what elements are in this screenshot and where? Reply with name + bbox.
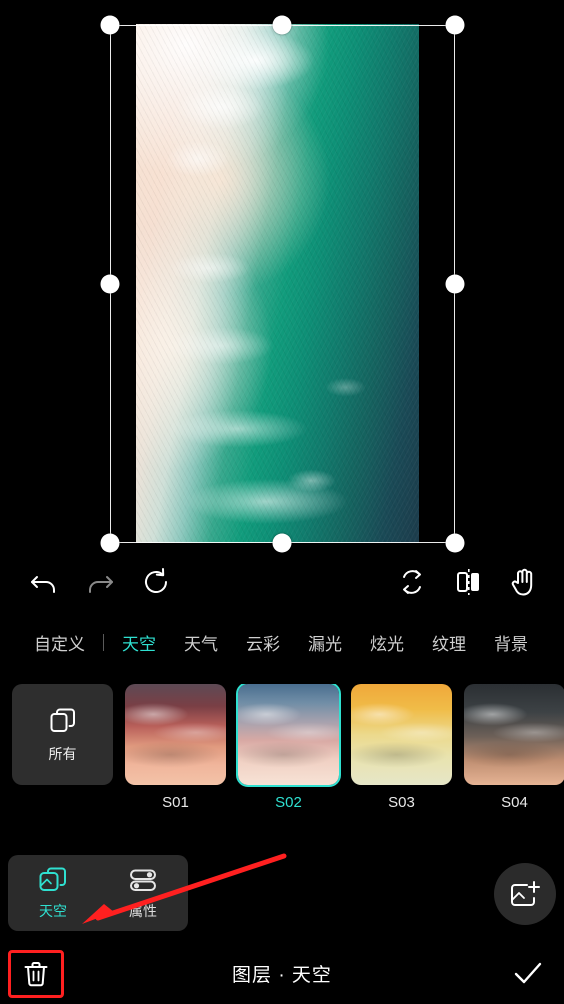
preset-thumb-s01[interactable] bbox=[125, 684, 226, 785]
add-layer-button[interactable] bbox=[494, 863, 556, 925]
tab-divider bbox=[103, 633, 104, 651]
flip-horizontal-icon bbox=[457, 569, 479, 595]
preset-label-s01: S01 bbox=[162, 794, 189, 811]
redo-button[interactable] bbox=[72, 556, 128, 608]
handle-top-left[interactable] bbox=[100, 15, 120, 35]
add-image-icon bbox=[511, 881, 540, 906]
preset-item[interactable]: S01 bbox=[125, 684, 226, 811]
reset-button[interactable] bbox=[128, 556, 184, 608]
all-presets-button[interactable]: 所有 bbox=[12, 684, 113, 785]
check-icon bbox=[514, 962, 542, 984]
handle-bottom-left[interactable] bbox=[100, 533, 120, 553]
preset-item[interactable]: S02 bbox=[236, 684, 341, 811]
handle-middle-left[interactable] bbox=[100, 274, 120, 294]
handle-top-center[interactable] bbox=[272, 15, 292, 35]
preset-label-s03: S03 bbox=[388, 794, 415, 811]
preset-item[interactable]: S03 bbox=[351, 684, 452, 811]
preset-all[interactable]: 所有 bbox=[12, 684, 113, 785]
flip-vertical-icon bbox=[403, 570, 421, 594]
preset-item[interactable]: S04 bbox=[464, 684, 564, 811]
layer-mode-panel: 天空 属性 bbox=[8, 855, 188, 931]
preset-thumb-s04[interactable] bbox=[464, 684, 564, 785]
tab-lightleak[interactable]: 漏光 bbox=[294, 630, 356, 655]
tab-clouds[interactable]: 云彩 bbox=[232, 630, 294, 655]
sliders-icon bbox=[130, 869, 156, 891]
copy-stack-icon bbox=[50, 708, 75, 732]
handle-top-right[interactable] bbox=[445, 15, 465, 35]
handle-bottom-right[interactable] bbox=[445, 533, 465, 553]
tab-flare[interactable]: 炫光 bbox=[356, 630, 418, 655]
preset-thumb-s03[interactable] bbox=[351, 684, 452, 785]
layer-mode-properties-label: 属性 bbox=[129, 903, 157, 919]
layer-mode-sky[interactable]: 天空 bbox=[8, 865, 98, 921]
layer-mode-sky-label: 天空 bbox=[39, 903, 67, 919]
handle-bottom-center[interactable] bbox=[272, 533, 292, 553]
tab-texture[interactable]: 纹理 bbox=[418, 630, 480, 655]
pan-button[interactable] bbox=[496, 556, 552, 608]
delete-layer-button[interactable] bbox=[8, 950, 64, 998]
layers-icon bbox=[39, 867, 66, 891]
preset-label-s02: S02 bbox=[275, 794, 302, 811]
preset-label-s04: S04 bbox=[501, 794, 528, 811]
ocean-shoreline-photo[interactable] bbox=[136, 24, 419, 543]
preset-list[interactable]: 所有 S01 S02 S03 S04 bbox=[0, 684, 564, 824]
handle-middle-right[interactable] bbox=[445, 274, 465, 294]
photo-grain-layer bbox=[136, 24, 419, 543]
layer-mode-properties[interactable]: 属性 bbox=[98, 865, 188, 921]
editor-canvas[interactable] bbox=[0, 0, 564, 556]
tab-custom[interactable]: 自定义 bbox=[0, 630, 99, 655]
tab-sky[interactable]: 天空 bbox=[108, 630, 170, 655]
undo-icon bbox=[31, 576, 55, 593]
flip-vertical-button[interactable] bbox=[384, 556, 440, 608]
redo-icon bbox=[89, 576, 113, 593]
transform-toolbar bbox=[0, 556, 564, 608]
hand-icon bbox=[511, 568, 533, 596]
category-tabs[interactable]: 自定义 天空 天气 云彩 漏光 炫光 纹理 背景 bbox=[0, 622, 564, 662]
undo-button[interactable] bbox=[16, 556, 72, 608]
confirm-button[interactable] bbox=[510, 955, 546, 996]
preset-thumb-s02[interactable] bbox=[236, 684, 341, 787]
all-presets-label: 所有 bbox=[48, 745, 77, 762]
tab-background[interactable]: 背景 bbox=[480, 630, 542, 655]
page-title: 图层 · 天空 bbox=[232, 964, 332, 986]
reset-icon bbox=[145, 568, 167, 593]
app-root: 自定义 天空 天气 云彩 漏光 炫光 纹理 背景 所有 S01 S02 S03 … bbox=[0, 0, 564, 1004]
bottom-bar: 图层 · 天空 bbox=[0, 942, 564, 1004]
flip-horizontal-button[interactable] bbox=[440, 556, 496, 608]
tab-weather[interactable]: 天气 bbox=[170, 630, 232, 655]
trash-icon bbox=[24, 962, 48, 987]
